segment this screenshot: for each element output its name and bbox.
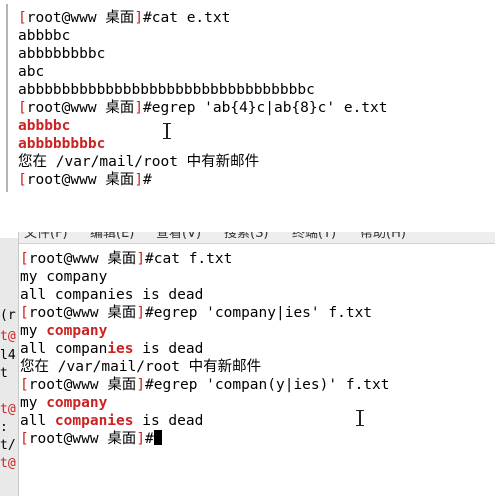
background-text: t/ [0,438,16,453]
prompt-dir: 桌面 [107,305,137,321]
menu-help[interactable]: 帮助(H) [360,232,406,243]
prompt-bracket-open: [ [20,305,29,321]
background-text: t [0,366,8,381]
prompt-user: root@www [28,377,99,393]
prompt-bracket-open: [ [18,100,27,116]
match-highlight: company [46,323,108,339]
match-line: abbbbbbbbc [18,136,106,152]
prompt-symbol: # [143,172,152,188]
prompt-dir: 桌面 [105,172,135,188]
prompt-line: [root@www 桌面]#egrep 'company|ies' f.txt [20,304,372,322]
background-text: l4 [0,348,16,363]
menu-file[interactable]: 文件(F) [24,232,68,243]
background-terminal[interactable]: (r t@ l4 t t@ : t/ t@ [0,238,18,496]
prompt-dir: 桌面 [107,377,137,393]
prompt-user: root@www [28,305,99,321]
menu-search[interactable]: 搜索(S) [224,232,268,243]
terminal-top[interactable]: [root@www 桌面]#cat e.txt abbbbc abbbbbbbb… [0,0,495,196]
prompt-bracket-close: ] [136,251,146,267]
output-text: is dead [133,341,204,357]
match-line: abbbbc [18,118,71,134]
menu-edit[interactable]: 编辑(E) [90,232,134,243]
prompt-line: [root@www 桌面]# [18,171,152,189]
background-text: t@ [0,456,16,471]
prompt-symbol: # [145,431,154,447]
prompt-user: root@www [26,172,97,188]
prompt-dir: 桌面 [107,431,137,447]
prompt-bracket-open: [ [20,251,29,267]
output-text: all [20,413,55,429]
output-line: all companies is dead [20,287,204,303]
output-text: my [20,395,47,411]
prompt-user: root@www [26,100,97,116]
output-text: all compan [20,341,108,357]
prompt-line: [root@www 桌面]#cat f.txt [20,250,232,268]
output-line: abc [18,64,45,80]
prompt-dir: 桌面 [105,100,135,116]
prompt-line: [root@www 桌面]#egrep 'compan(y|ies)' f.tx… [20,376,389,394]
output-line: my company [20,269,108,285]
prompt-bracket-open: [ [18,10,27,26]
gutter-bar [6,4,8,192]
command-text: egrep 'ab{4}c|ab{8}c' e.txt [151,100,388,116]
prompt-user: root@www [26,10,97,26]
output-line: my company [20,322,107,340]
command-text: cat e.txt [151,10,231,26]
match-highlight: companies [54,413,134,429]
prompt-user: root@www [28,251,99,267]
background-text: t@ [0,402,16,417]
prompt-user: root@www [28,431,99,447]
prompt-line: [root@www 桌面]#egrep 'ab{4}c|ab{8}c' e.tx… [18,99,387,117]
prompt-dir: 桌面 [105,10,135,26]
prompt-bracket-close: ] [134,100,144,116]
command-text: cat f.txt [153,251,233,267]
output-line: abbbbc [18,28,71,44]
ibeam-cursor-icon [162,122,172,140]
prompt-bracket-open: [ [18,172,27,188]
prompt-symbol: # [145,377,154,393]
prompt-bracket-close: ] [134,172,144,188]
command-text: egrep 'compan(y|ies)' f.txt [153,377,390,393]
prompt-dir: 桌面 [107,251,137,267]
output-line: all companies is dead [20,412,203,430]
prompt-bracket-open: [ [20,431,29,447]
menu-bar: 文件(F) 编辑(E) 查看(V) 搜索(S) 终端(T) 帮助(H) [18,232,495,244]
window-edge [18,232,19,496]
menu-view[interactable]: 查看(V) [156,232,201,243]
output-line: my company [20,394,107,412]
command-text: egrep 'company|ies' f.txt [153,305,373,321]
ibeam-cursor-icon [355,409,365,427]
mail-notice: 您在 /var/mail/root 中有新邮件 [20,359,262,375]
prompt-symbol: # [145,305,154,321]
prompt-symbol: # [143,10,152,26]
output-line: abbbbbbbbbbbbbbbbbbbbbbbbbbbbbbbbc [18,82,315,98]
match-highlight: ies [107,341,134,357]
text-cursor [153,430,162,445]
mail-notice: 您在 /var/mail/root 中有新邮件 [18,154,260,170]
terminal-gutter [0,0,16,196]
prompt-bracket-open: [ [20,377,29,393]
prompt-line: [root@www 桌面]#cat e.txt [18,9,230,27]
output-text: is dead [133,413,204,429]
prompt-bracket-close: ] [136,377,146,393]
output-line: all companies is dead [20,340,203,358]
background-text: (r [0,308,16,323]
prompt-bracket-close: ] [136,431,146,447]
output-text: my [20,323,47,339]
output-line: abbbbbbbbc [18,46,106,62]
prompt-symbol: # [143,100,152,116]
prompt-line[interactable]: [root@www 桌面]# [20,430,162,448]
menu-terminal[interactable]: 终端(T) [292,232,336,243]
terminal-bottom[interactable]: [root@www 桌面]#cat f.txt my company all c… [18,232,495,496]
background-text: t@ [0,329,16,344]
match-highlight: company [46,395,108,411]
prompt-symbol: # [145,251,154,267]
background-text: : [0,420,8,435]
prompt-bracket-close: ] [134,10,144,26]
prompt-bracket-close: ] [136,305,146,321]
